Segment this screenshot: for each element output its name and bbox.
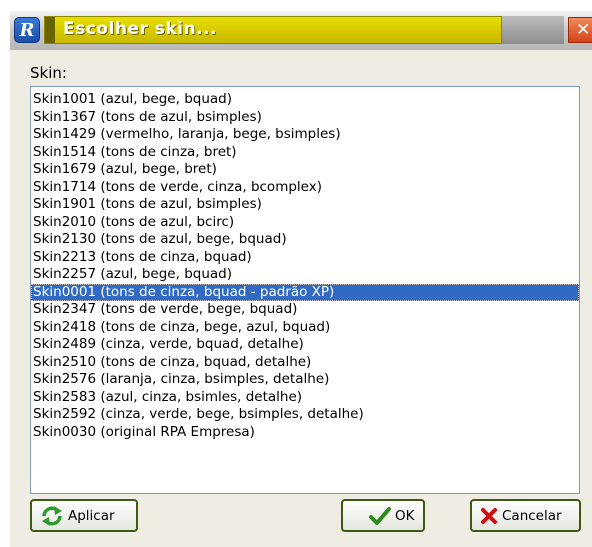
skin-list-item[interactable]: Skin2213 (tons de cinza, bquad) bbox=[31, 249, 579, 267]
title-bar-filler bbox=[502, 16, 564, 44]
skin-label: Skin: bbox=[30, 64, 67, 82]
ok-button-label: OK bbox=[395, 507, 415, 524]
skin-list-item[interactable]: Skin2592 (cinza, verde, bege, bsimples, … bbox=[31, 406, 579, 424]
refresh-icon bbox=[40, 505, 64, 527]
skin-list-item[interactable]: Skin2347 (tons de verde, bege, bquad) bbox=[31, 301, 579, 319]
cancel-button[interactable]: Cancelar bbox=[470, 499, 581, 532]
skin-list-item[interactable]: Skin2257 (azul, bege, bquad) bbox=[31, 266, 579, 284]
skin-list-item[interactable]: Skin2010 (tons de azul, bcirc) bbox=[31, 214, 579, 232]
skin-list-item[interactable]: Skin2510 (tons de cinza, bquad, detalhe) bbox=[31, 354, 579, 372]
choose-skin-dialog: R Escolher skin... ✕ Skin: Skin1001 (azu… bbox=[10, 11, 592, 547]
skin-list-item[interactable]: Skin2130 (tons de azul, bege, bquad) bbox=[31, 231, 579, 249]
skin-listbox[interactable]: Skin1001 (azul, bege, bquad) Skin1367 (to… bbox=[30, 86, 580, 494]
skin-list-item[interactable]: Skin0001 (tons de cinza, bquad - padrão … bbox=[31, 283, 579, 301]
app-logo-letter: R bbox=[19, 19, 35, 41]
skin-list-item[interactable]: Skin1429 (vermelho, laranja, bege, bsimp… bbox=[31, 126, 579, 144]
skin-list-item[interactable]: Skin2576 (laranja, cinza, bsimples, deta… bbox=[31, 371, 579, 389]
skin-list-item[interactable]: Skin2418 (tons de cinza, bege, azul, bqu… bbox=[31, 319, 579, 337]
title-band-cap bbox=[45, 17, 55, 43]
skin-list-item[interactable]: Skin2489 (cinza, verde, bquad, detalhe) bbox=[31, 336, 579, 354]
cancel-button-label: Cancelar bbox=[502, 507, 562, 524]
skin-list-item[interactable]: Skin1367 (tons de azul, bsimples) bbox=[31, 109, 579, 127]
skin-list-item[interactable]: Skin1901 (tons de azul, bsimples) bbox=[31, 196, 579, 214]
skin-list-item[interactable]: Skin1679 (azul, bege, bret) bbox=[31, 161, 579, 179]
apply-button-label: Aplicar bbox=[68, 507, 115, 524]
skin-list-item[interactable]: Skin1714 (tons de verde, cinza, bcomplex… bbox=[31, 179, 579, 197]
title-bar[interactable]: R Escolher skin... ✕ bbox=[10, 11, 592, 50]
close-icon: ✕ bbox=[576, 20, 591, 40]
ok-button[interactable]: OK bbox=[341, 499, 425, 532]
skin-list-item[interactable]: Skin0030 (original RPA Empresa) bbox=[31, 424, 579, 442]
apply-button[interactable]: Aplicar bbox=[30, 499, 138, 532]
skin-list-item[interactable]: Skin2583 (azul, cinza, bsimles, detalhe) bbox=[31, 389, 579, 407]
title-band: Escolher skin... bbox=[44, 16, 502, 44]
window-title: Escolher skin... bbox=[63, 19, 217, 39]
close-button[interactable]: ✕ bbox=[568, 17, 592, 43]
checkmark-icon bbox=[369, 506, 391, 526]
app-logo-icon: R bbox=[14, 17, 40, 43]
skin-list-item[interactable]: Skin1001 (azul, bege, bquad) bbox=[31, 91, 579, 109]
skin-list-item[interactable]: Skin1514 (tons de cinza, bret) bbox=[31, 144, 579, 162]
x-icon bbox=[480, 507, 498, 525]
